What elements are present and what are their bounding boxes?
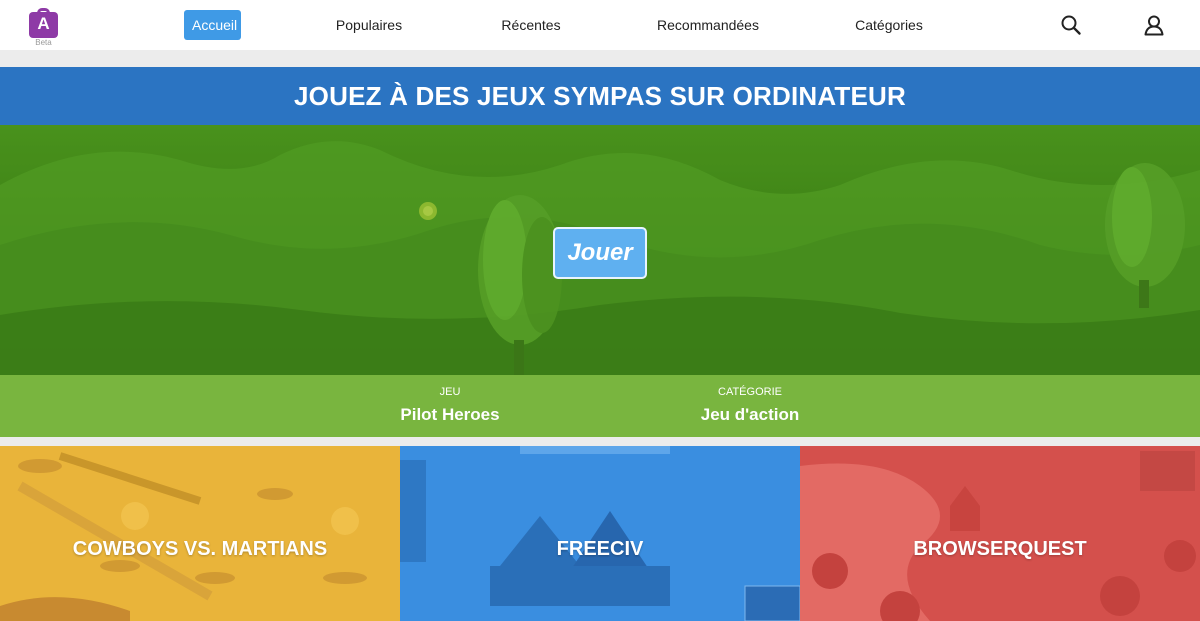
category-label: CATÉGORIE bbox=[718, 386, 782, 398]
tile-artwork bbox=[800, 446, 1200, 621]
game-name[interactable]: Pilot Heroes bbox=[380, 405, 520, 425]
nav-item-recentes[interactable]: Récentes bbox=[495, 10, 567, 40]
beta-badge: Beta bbox=[35, 38, 52, 47]
nav-item-recommandees[interactable]: Recommandées bbox=[652, 10, 764, 40]
game-tile-cowboys-vs-martians[interactable]: COWBOYS VS. MARTIANS bbox=[0, 446, 400, 621]
user-icon[interactable] bbox=[1143, 14, 1165, 36]
nav-item-accueil[interactable]: Accueil bbox=[184, 10, 241, 40]
tile-title: FREECIV bbox=[556, 538, 644, 560]
search-icon[interactable] bbox=[1060, 14, 1082, 36]
site-logo[interactable]: A Beta bbox=[29, 8, 59, 48]
play-button[interactable]: Jouer bbox=[553, 227, 647, 279]
top-navigation: A Beta Accueil Populaires Récentes Recom… bbox=[0, 0, 1200, 50]
nav-item-categories[interactable]: Catégories bbox=[849, 10, 929, 40]
tile-title: BROWSERQUEST bbox=[913, 538, 1087, 560]
tile-artwork bbox=[400, 446, 800, 621]
featured-game-info: JEU Pilot Heroes CATÉGORIE Jeu d'action bbox=[0, 375, 1200, 437]
tile-artwork bbox=[0, 452, 367, 621]
category-name[interactable]: Jeu d'action bbox=[680, 405, 820, 425]
game-label: JEU bbox=[439, 386, 461, 398]
nav-item-populaires[interactable]: Populaires bbox=[329, 10, 409, 40]
game-tile-browserquest[interactable]: BROWSERQUEST bbox=[800, 446, 1200, 621]
hero-banner-title: JOUEZ À DES JEUX SYMPAS SUR ORDINATEUR bbox=[0, 67, 1200, 125]
logo-letter: A bbox=[37, 14, 50, 33]
tile-title: COWBOYS VS. MARTIANS bbox=[72, 538, 328, 560]
game-tile-freeciv[interactable]: FREECIV bbox=[400, 446, 800, 621]
